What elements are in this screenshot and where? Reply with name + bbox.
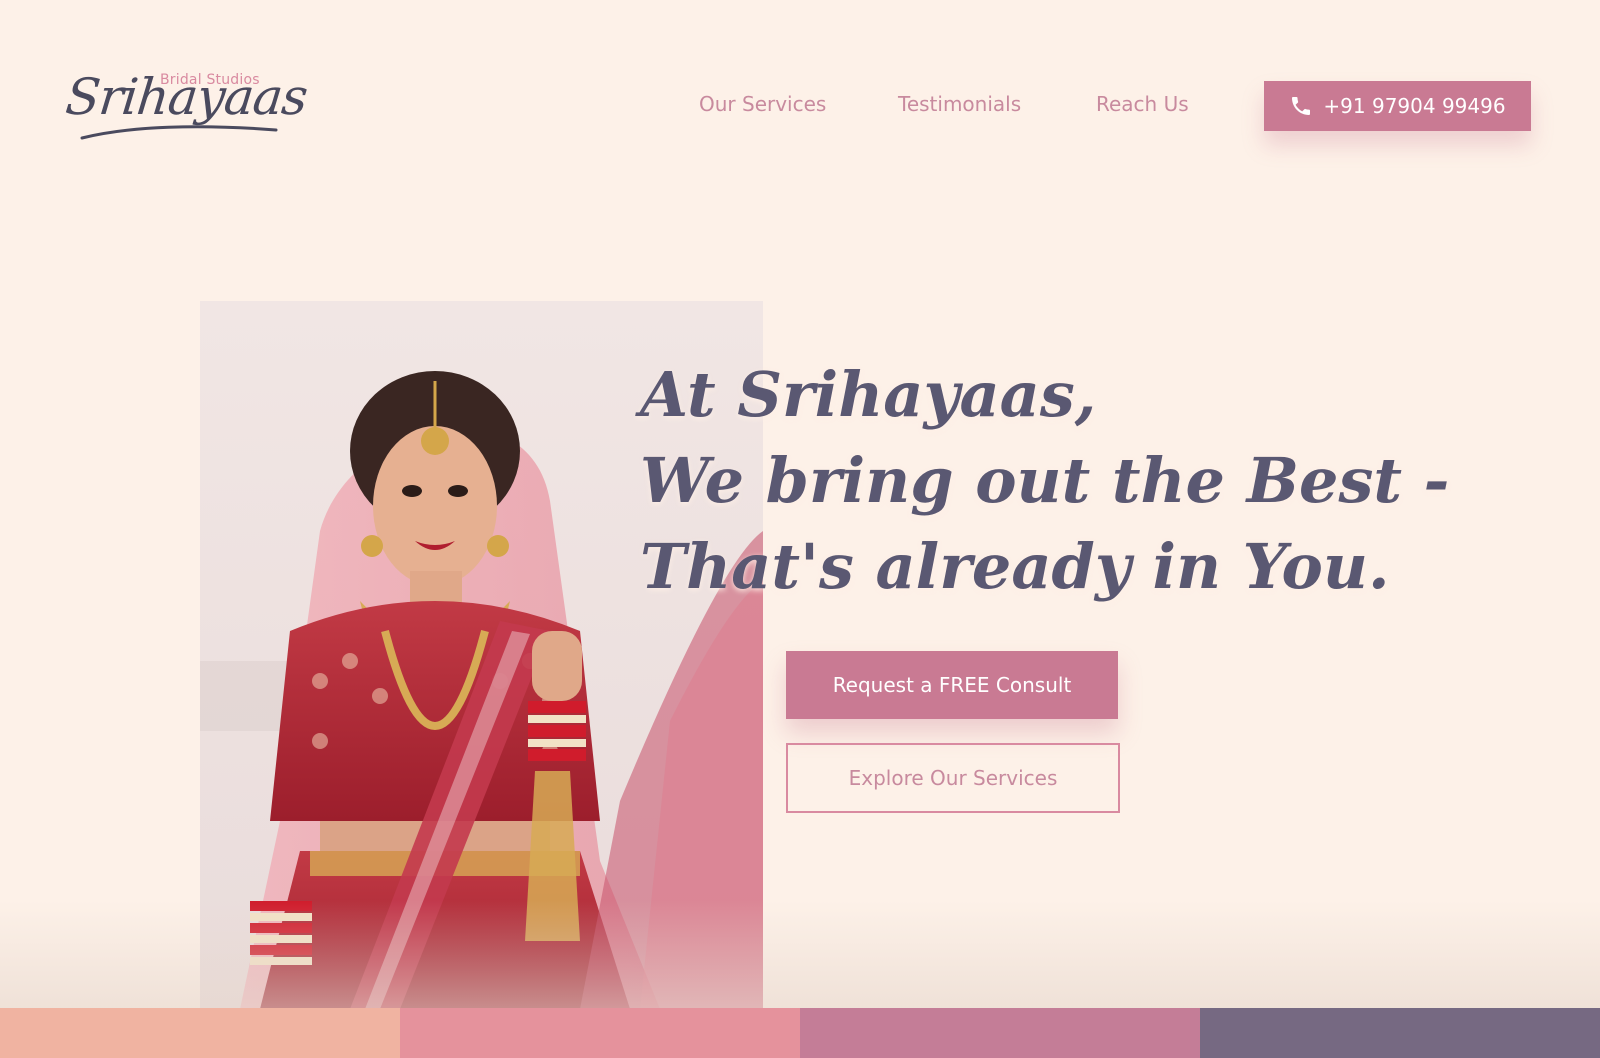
nav-link-reach-us[interactable]: Reach Us — [1096, 92, 1189, 116]
color-band-segment — [800, 1008, 1200, 1058]
nav-link-our-services[interactable]: Our Services — [699, 92, 826, 116]
nav-link-testimonials[interactable]: Testimonials — [898, 92, 1021, 116]
request-consult-button[interactable]: Request a FREE Consult — [786, 651, 1118, 719]
color-band — [0, 1008, 1600, 1058]
logo-subtitle: Bridal Studios — [160, 72, 260, 88]
logo-swoosh-icon — [80, 125, 278, 140]
color-band-segment — [1200, 1008, 1600, 1058]
logo[interactable]: Srihayaas Bridal Studios — [63, 62, 310, 152]
hero-heading-line-2: We bring out the Best - — [640, 444, 1450, 517]
hero-heading: At Srihayaas, We bring out the Best - Th… — [640, 352, 1460, 610]
hero-heading-line-3: That's already in You. — [640, 530, 1390, 603]
phone-button[interactable]: +91 97904 99496 — [1264, 81, 1531, 131]
color-band-segment — [0, 1008, 400, 1058]
color-band-segment — [400, 1008, 800, 1058]
phone-icon — [1292, 97, 1311, 115]
explore-services-button[interactable]: Explore Our Services — [786, 743, 1120, 813]
hero-heading-line-1: At Srihayaas, — [640, 358, 1097, 431]
phone-number: +91 97904 99496 — [1323, 94, 1506, 118]
landing-page: Srihayaas Bridal Studios Our Services Te… — [0, 0, 1600, 1058]
